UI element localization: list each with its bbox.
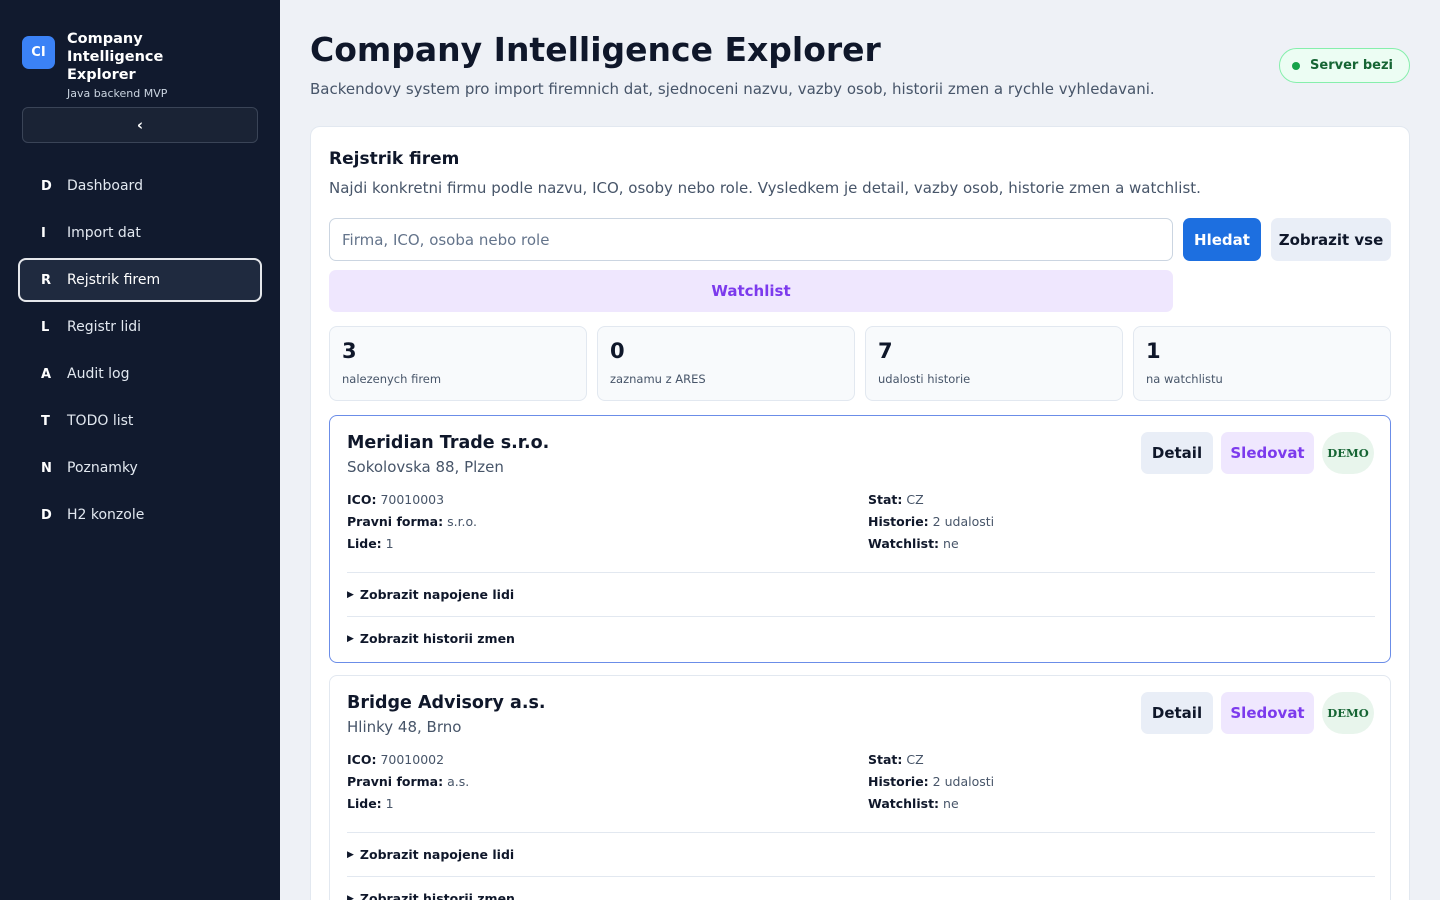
triangle-right-icon: ▶ xyxy=(347,893,354,900)
expander-label: Zobrazit napojene lidi xyxy=(359,847,515,862)
nav-letter-icon: R xyxy=(41,272,52,288)
brand: CI Company Intelligence Explorer Java ba… xyxy=(22,30,237,100)
stat-value: 3 xyxy=(342,339,357,363)
show-history-expander[interactable]: ▶ Zobrazit historii zmen xyxy=(347,616,1375,660)
sidebar-item-todo[interactable]: T TODO list xyxy=(18,399,262,443)
nav-letter-icon: D xyxy=(41,178,52,194)
card-actions: Detail Sledovat DEMO xyxy=(1141,692,1374,734)
sidebar-item-dashboard[interactable]: D Dashboard xyxy=(18,164,262,208)
card-actions: Detail Sledovat DEMO xyxy=(1141,432,1374,474)
field-legal-form: Pravni forma: a.s. xyxy=(347,774,470,789)
stat-label: nalezenych firem xyxy=(342,372,442,386)
stat-label: na watchlistu xyxy=(1146,372,1223,386)
company-card[interactable]: Bridge Advisory a.s. Hlinky 48, Brno Det… xyxy=(329,675,1391,900)
search-input[interactable] xyxy=(329,218,1173,261)
sidebar-item-company-registry[interactable]: R Rejstrik firem xyxy=(18,258,262,302)
stat-value: 1 xyxy=(1146,339,1161,363)
stat-label: udalosti historie xyxy=(878,372,971,386)
sidebar-item-h2-console[interactable]: D H2 konzole xyxy=(18,493,262,537)
search-button[interactable]: Hledat xyxy=(1183,218,1261,261)
nav-letter-icon: A xyxy=(41,366,52,382)
show-people-expander[interactable]: ▶ Zobrazit napojene lidi xyxy=(347,832,1375,876)
triangle-right-icon: ▶ xyxy=(347,633,354,644)
sidebar-item-label: Poznamky xyxy=(67,460,138,476)
panel-title: Rejstrik firem xyxy=(329,149,460,169)
field-country: Stat: CZ xyxy=(868,752,924,767)
sidebar-item-label: Import dat xyxy=(67,225,141,241)
triangle-right-icon: ▶ xyxy=(347,589,354,600)
company-registry-panel: Rejstrik firem Najdi konkretni firmu pod… xyxy=(310,126,1410,900)
company-name: Bridge Advisory a.s. xyxy=(347,693,546,713)
follow-button[interactable]: Sledovat xyxy=(1221,432,1314,474)
field-people: Lide: 1 xyxy=(347,536,394,551)
stat-label: zaznamu z ARES xyxy=(610,372,706,386)
expander-label: Zobrazit napojene lidi xyxy=(359,587,515,602)
nav-letter-icon: I xyxy=(41,225,46,241)
status-dot-icon xyxy=(1292,61,1301,70)
stat-card-companies: 3 nalezenych firem xyxy=(329,326,587,401)
expander-label: Zobrazit historii zmen xyxy=(359,631,515,646)
follow-button[interactable]: Sledovat xyxy=(1221,692,1314,734)
sidebar-collapse-button[interactable]: ‹ xyxy=(22,107,258,143)
company-fields: ICO: 70010002 Stat: CZ Pravni forma: a.s… xyxy=(347,752,1377,811)
sidebar: CI Company Intelligence Explorer Java ba… xyxy=(0,0,280,900)
panel-subtitle: Najdi konkretni firmu podle nazvu, ICO, … xyxy=(329,179,1201,197)
stats-row: 3 nalezenych firem 0 zaznamu z ARES 7 ud… xyxy=(329,326,1391,401)
field-country: Stat: CZ xyxy=(868,492,924,507)
stat-card-ares: 0 zaznamu z ARES xyxy=(597,326,855,401)
page-subtitle: Backendovy system pro import firemnich d… xyxy=(310,80,1155,98)
server-status-label: Server bezi xyxy=(1310,58,1393,73)
company-name: Meridian Trade s.r.o. xyxy=(347,433,550,453)
field-watchlist: Watchlist: ne xyxy=(868,536,959,551)
sidebar-item-label: Rejstrik firem xyxy=(67,272,161,288)
detail-button[interactable]: Detail xyxy=(1141,432,1213,474)
brand-title: Company Intelligence Explorer xyxy=(67,31,164,83)
stat-card-watchlist: 1 na watchlistu xyxy=(1133,326,1391,401)
sidebar-item-label: Dashboard xyxy=(67,178,143,194)
brand-logo: CI xyxy=(22,36,55,69)
sidebar-item-label: Audit log xyxy=(67,366,130,382)
field-people: Lide: 1 xyxy=(347,796,394,811)
sidebar-item-import[interactable]: I Import dat xyxy=(18,211,262,255)
sidebar-item-label: H2 konzole xyxy=(67,507,145,523)
sidebar-item-label: Registr lidi xyxy=(67,319,142,335)
page-title: Company Intelligence Explorer xyxy=(310,30,881,69)
sidebar-nav: D Dashboard I Import dat R Rejstrik fire… xyxy=(18,164,262,540)
show-history-expander[interactable]: ▶ Zobrazit historii zmen xyxy=(347,876,1375,900)
field-legal-form: Pravni forma: s.r.o. xyxy=(347,514,477,529)
stat-value: 0 xyxy=(610,339,625,363)
sidebar-item-notes[interactable]: N Poznamky xyxy=(18,446,262,490)
company-card[interactable]: Meridian Trade s.r.o. Sokolovska 88, Plz… xyxy=(329,415,1391,663)
nav-letter-icon: L xyxy=(41,319,50,335)
main-content: Company Intelligence Explorer Backendovy… xyxy=(280,0,1440,900)
company-address: Sokolovska 88, Plzen xyxy=(347,458,504,476)
field-history: Historie: 2 udalosti xyxy=(868,514,995,529)
expander-label: Zobrazit historii zmen xyxy=(359,891,515,900)
stat-card-history: 7 udalosti historie xyxy=(865,326,1123,401)
nav-letter-icon: T xyxy=(41,413,50,429)
demo-badge: DEMO xyxy=(1322,692,1374,734)
watchlist-button[interactable]: Watchlist xyxy=(329,270,1173,312)
triangle-right-icon: ▶ xyxy=(347,849,354,860)
field-history: Historie: 2 udalosti xyxy=(868,774,995,789)
nav-letter-icon: N xyxy=(41,460,52,476)
sidebar-item-audit-log[interactable]: A Audit log xyxy=(18,352,262,396)
show-all-button[interactable]: Zobrazit vse xyxy=(1271,218,1391,261)
field-ico: ICO: 70010003 xyxy=(347,492,445,507)
sidebar-item-people-registry[interactable]: L Registr lidi xyxy=(18,305,262,349)
company-fields: ICO: 70010003 Stat: CZ Pravni forma: s.r… xyxy=(347,492,1377,551)
company-address: Hlinky 48, Brno xyxy=(347,718,462,736)
show-people-expander[interactable]: ▶ Zobrazit napojene lidi xyxy=(347,572,1375,616)
field-ico: ICO: 70010002 xyxy=(347,752,445,767)
demo-badge: DEMO xyxy=(1322,432,1374,474)
server-status-badge: Server bezi xyxy=(1279,48,1410,83)
sidebar-item-label: TODO list xyxy=(67,413,134,429)
stat-value: 7 xyxy=(878,339,893,363)
nav-letter-icon: D xyxy=(41,507,52,523)
brand-subtitle: Java backend MVP xyxy=(67,87,168,100)
detail-button[interactable]: Detail xyxy=(1141,692,1213,734)
field-watchlist: Watchlist: ne xyxy=(868,796,959,811)
